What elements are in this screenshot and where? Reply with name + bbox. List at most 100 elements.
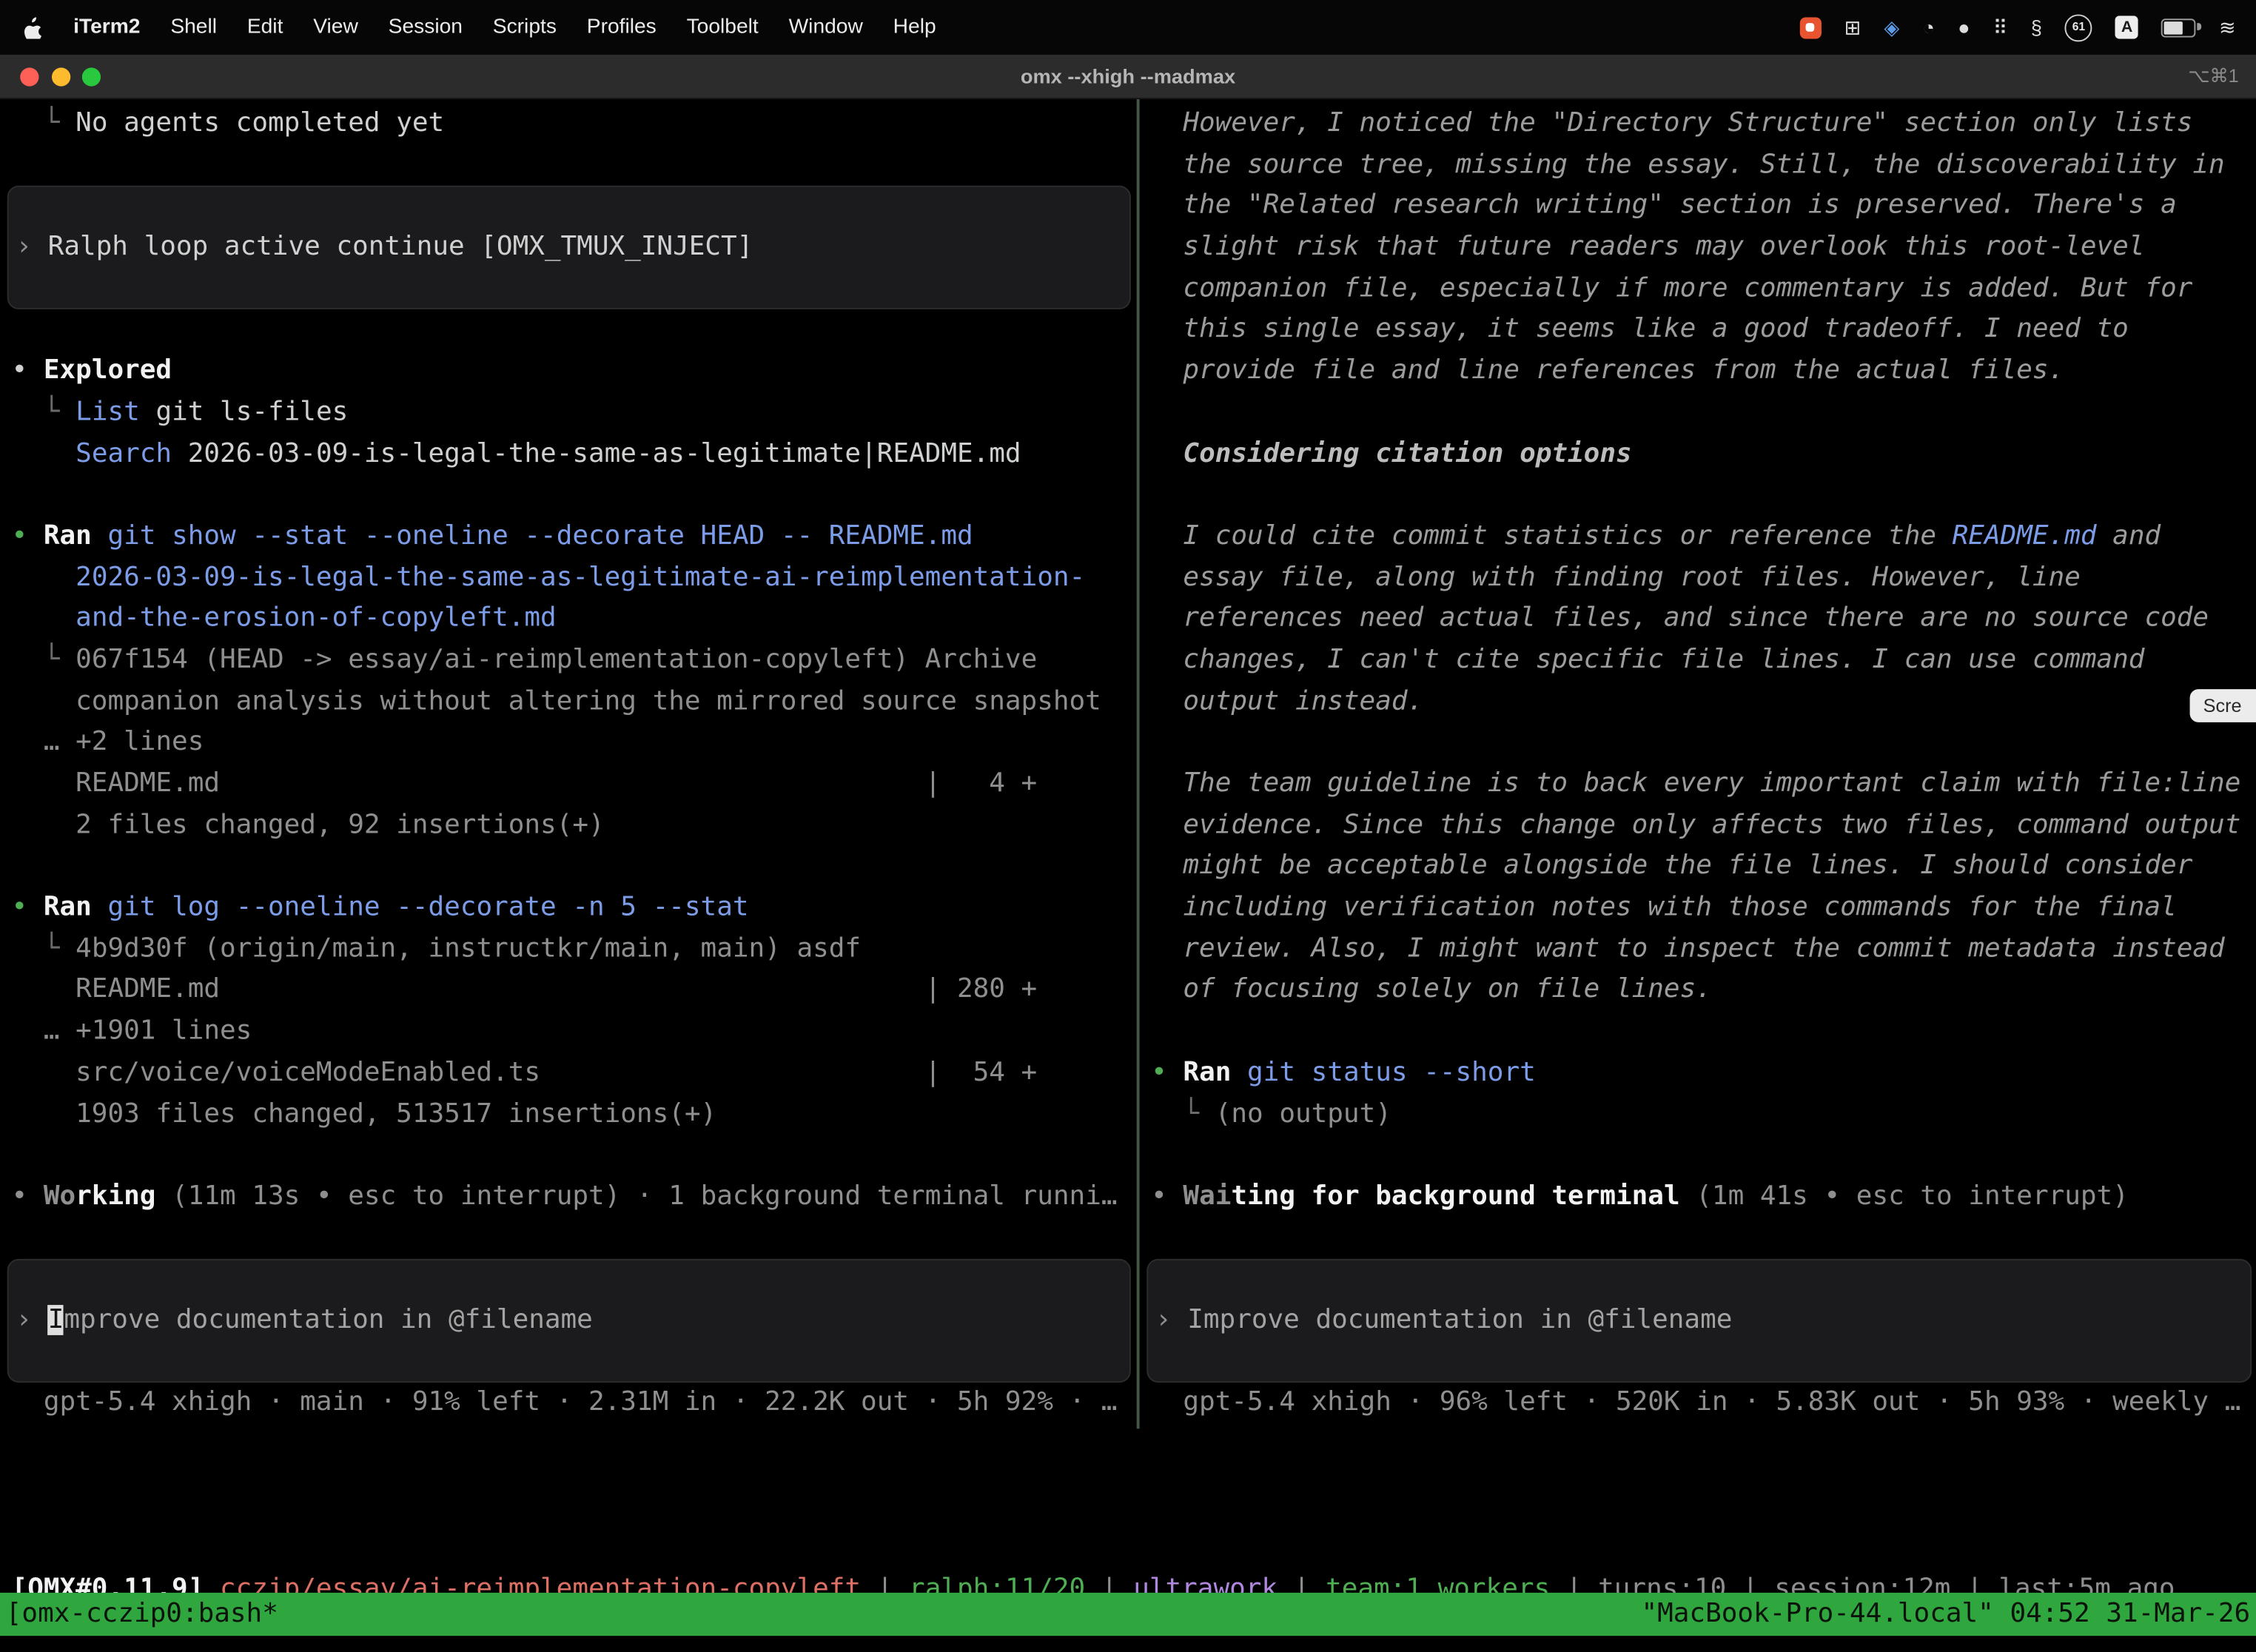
pane-divider[interactable] (1137, 99, 1140, 1428)
screen: iTerm2 Shell Edit View Session Scripts Profile… (0, 0, 2256, 1652)
apple-logo-icon[interactable] (20, 16, 43, 38)
keyboard-input-icon[interactable]: A (2115, 16, 2138, 38)
terminal-line (12, 1135, 1137, 1177)
text-segment: git ls-files (140, 397, 348, 427)
terminal-line: • Ran git show --stat --oneline --decora… (12, 517, 1137, 558)
dots-grid-icon[interactable]: ⠿ (1993, 17, 2008, 37)
menu-item-session[interactable]: Session (389, 16, 463, 38)
terminal-line: Search 2026-03-09-is-legal-the-same-as-l… (12, 434, 1137, 475)
terminal-line (12, 475, 1137, 517)
text-segment: README.md | 4 + (12, 768, 1038, 799)
text-segment: ting for background terminal (1231, 1181, 1679, 1212)
terminal-line: including verification notes with those … (1151, 887, 2256, 929)
text-segment: Wo (44, 1181, 75, 1212)
terminal-line: The team guideline is to back every impo… (1151, 764, 2256, 805)
right-pane[interactable]: However, I noticed the "Directory Struct… (1141, 99, 2256, 1428)
text-segment: Explored (44, 355, 172, 386)
text-segment: (11m 13s • esc to interrupt) · 1 backgro… (155, 1181, 1117, 1212)
screen-overlay-button[interactable]: Scre (2190, 689, 2256, 722)
dark-app-icon[interactable]: ◔ (1923, 17, 1935, 37)
text-segment: might be acceptable alongside the file l… (1151, 851, 2192, 882)
menu-item-shell[interactable]: Shell (170, 16, 217, 38)
terminal-line: evidence. Since this change only affects… (1151, 805, 2256, 847)
text-segment: output instead. (1151, 686, 1423, 716)
terminal-line: … +1901 lines (12, 1012, 1137, 1053)
wifi-icon[interactable]: ≋ (2219, 17, 2236, 37)
text-segment: git log --oneline --decorate -n 5 --stat (92, 892, 749, 922)
terminal-line: slight risk that future readers may over… (1151, 227, 2256, 269)
terminal-line (12, 145, 1137, 187)
text-segment: › (1155, 1305, 1187, 1335)
text-segment: and-the-erosion-of-copyleft.md (75, 603, 557, 634)
terminal-line: output instead. (1151, 682, 2256, 723)
circle-app-icon[interactable]: ● (1958, 17, 1970, 37)
percent-badge-icon[interactable]: 61 (2065, 13, 2092, 41)
terminal-line: might be acceptable alongside the file l… (1151, 847, 2256, 888)
text-segment: evidence. Since this change only affects… (1151, 810, 2240, 840)
menu-status-icons: ⊞ ◈ ◔ ● ⠿ § 61 A ≋ (1799, 13, 2256, 41)
text-segment: gpt-5.4 xhigh · main · 91% left · 2.31M … (12, 1388, 1118, 1418)
terminal-line (1151, 475, 2256, 517)
text-segment: git show --stat --oneline --decorate HEA… (92, 521, 973, 551)
terminal-line (1151, 722, 2256, 764)
menu-item-profiles[interactable]: Profiles (587, 16, 657, 38)
text-segment: I (48, 1305, 64, 1335)
menu-items: iTerm2 Shell Edit View Session Scripts Profile… (73, 16, 936, 38)
text-segment: Considering citation options (1183, 438, 1631, 469)
text-segment: └ (1151, 1098, 1215, 1129)
screen-record-icon[interactable] (1799, 16, 1821, 38)
terminal-line: the "Related research writing" section i… (1151, 186, 2256, 227)
text-segment: 2026-03-09-is-legal-the-same-as-legitima… (75, 562, 1085, 592)
terminal-line: 2026-03-09-is-legal-the-same-as-legitima… (12, 557, 1137, 599)
menu-item-help[interactable]: Help (893, 16, 936, 38)
terminal-line: provide file and line references from th… (1151, 352, 2256, 393)
window-title: omx --xhigh --madmax (0, 64, 2256, 87)
text-segment: (no output) (1215, 1098, 1391, 1129)
left-pane[interactable]: └ No agents completed yet› Ralph loop ac… (0, 99, 1137, 1428)
text-segment: changes, I can't cite specific file line… (1151, 645, 2144, 675)
terminal-line: changes, I can't cite specific file line… (1151, 640, 2256, 682)
text-segment: the "Related research writing" section i… (1151, 190, 2177, 221)
menu-item-view[interactable]: View (313, 16, 358, 38)
menu-item-toolbelt[interactable]: Toolbelt (687, 16, 759, 38)
text-segment: of focusing solely on file lines. (1151, 975, 1712, 1005)
tmux-session-label: [omx-cczip0:bash* (0, 1593, 278, 1636)
text-segment: However, I noticed the "Directory Struct… (1151, 108, 2192, 138)
terminal-line: companion file, especially if more comme… (1151, 269, 2256, 310)
text-segment: Ran (44, 892, 92, 922)
terminal-line: └ 067f154 (HEAD -> essay/ai-reimplementa… (12, 640, 1137, 682)
text-segment: … +2 lines (12, 727, 204, 757)
text-segment: (1m 41s • esc to interrupt) (1680, 1181, 2129, 1212)
text-segment: 067f154 (HEAD -> essay/ai-reimplementati… (75, 645, 1037, 675)
text-segment: Ran (1183, 1057, 1231, 1087)
prompt-input-box[interactable]: › Improve documentation in @filename (7, 1259, 1131, 1383)
text-segment: Ran (44, 521, 92, 551)
terminal-line: this single essay, it seems like a good … (1151, 310, 2256, 352)
text-segment: README.md | 280 + (12, 975, 1038, 1005)
blue-app-icon[interactable]: ◈ (1884, 17, 1899, 37)
terminal-line (12, 1218, 1137, 1260)
text-segment: › (16, 232, 47, 262)
text-segment: Improve documentation in @filename (1187, 1305, 1732, 1335)
left-pane-content: └ No agents completed yet› Ralph loop ac… (12, 104, 1137, 1425)
terminal-line: • Waiting for background terminal (1m 41… (1151, 1177, 2256, 1218)
tmux-status-bar: [omx-cczip0:bash* "MacBook-Pro-44.local"… (0, 1593, 2256, 1636)
grid-app-icon[interactable]: ⊞ (1844, 17, 1861, 37)
menu-item-scripts[interactable]: Scripts (493, 16, 557, 38)
menu-item-iterm2[interactable]: iTerm2 (73, 16, 140, 38)
menu-item-edit[interactable]: Edit (247, 16, 283, 38)
text-segment (12, 603, 76, 634)
battery-icon[interactable] (2161, 18, 2196, 36)
menu-item-window[interactable]: Window (789, 16, 863, 38)
terminal: └ No agents completed yet› Ralph loop ac… (0, 99, 2256, 1651)
prompt-input-box[interactable]: › Improve documentation in @filename (1147, 1259, 2252, 1383)
window-titlebar[interactable]: omx --xhigh --madmax ⌥⌘1 (0, 55, 2256, 99)
text-segment: • (12, 1181, 44, 1212)
text-segment: └ (12, 933, 76, 964)
text-segment: Search (75, 438, 172, 469)
key-icon[interactable]: § (2031, 17, 2042, 37)
text-segment: README.md (1953, 520, 2097, 551)
text-segment: The team guideline is to back every impo… (1151, 768, 2240, 799)
text-segment: provide file and line references from th… (1151, 355, 2064, 386)
text-segment: review. Also, I might want to inspect th… (1151, 933, 2225, 964)
